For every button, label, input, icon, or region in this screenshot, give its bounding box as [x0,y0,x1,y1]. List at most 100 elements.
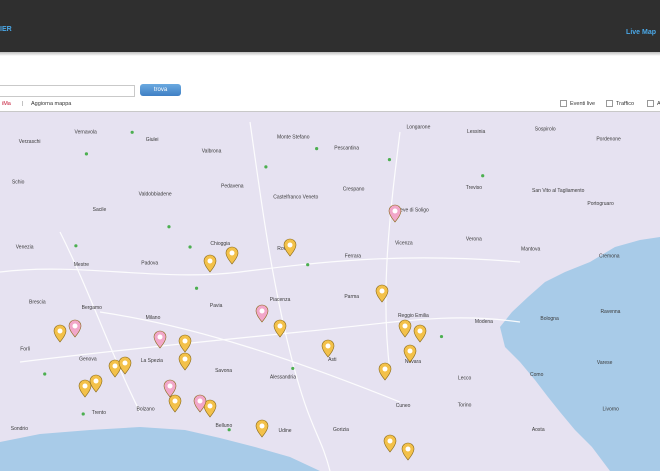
traffic-label: Traffico [616,100,635,107]
event-marker-icon[interactable] [168,394,182,413]
live-events-checkbox[interactable] [560,100,567,107]
city-label: Cremona [599,253,620,259]
event-marker-icon[interactable] [203,254,217,273]
city-label: Pavia [210,303,223,309]
event-marker-icon[interactable] [255,304,269,323]
toggle-traffic[interactable]: Traffico [606,100,634,107]
city-label: Ravenna [600,309,620,315]
city-label: La Spezia [141,358,163,364]
event-marker-icon[interactable] [163,379,177,398]
city-label: Longarone [406,124,430,130]
search-input[interactable] [0,85,135,97]
city-label: Como [530,372,544,378]
city-label: Aosta [532,427,545,433]
city-label: Belluno [216,423,233,429]
city-label: Sospirolo [535,127,556,133]
event-marker-icon[interactable] [255,419,269,438]
city-label: Valbrona [202,148,222,154]
live-event-dot[interactable] [481,174,485,178]
live-map[interactable]: Verzaschi Vernavola Giulei Valbrona Monte St… [0,111,660,471]
city-label: Piacenza [270,297,291,303]
live-event-dot[interactable] [188,245,192,249]
event-marker-icon[interactable] [78,379,92,398]
city-label: Trento [92,410,106,416]
city-label: Ferrara [345,254,362,260]
event-marker-icon[interactable] [283,238,297,257]
live-event-dot[interactable] [227,428,231,432]
live-event-dot[interactable] [74,244,78,248]
map-toolbar: iMa | Aggiorna mappa Eventi live Traffic… [0,99,660,111]
refresh-map-link[interactable]: Aggiorna mappa [31,101,71,107]
event-marker-icon[interactable] [193,394,207,413]
brand-text[interactable]: IER [0,26,12,33]
city-label: Bologna [540,316,559,322]
city-label: Modena [475,319,493,325]
live-event-dot[interactable] [81,412,85,416]
live-event-dot[interactable] [84,152,89,156]
city-label: Giulei [146,137,159,143]
ligurian-sea [0,427,320,471]
city-label: Lecco [458,376,472,382]
city-label: Genova [79,357,97,363]
city-label: Vicenza [395,241,413,247]
live-event-dot[interactable] [439,334,444,339]
map-canvas[interactable]: Verzaschi Vernavola Giulei Valbrona Monte St… [0,112,660,471]
city-label: Mestre [74,262,90,268]
event-marker-icon[interactable] [321,339,335,358]
city-label: Brescia [29,300,46,306]
live-event-dot[interactable] [167,225,171,229]
toolbar-separator: | [22,101,24,107]
city-label: Venezia [16,245,34,251]
live-event-dot[interactable] [306,263,310,267]
live-event-dot[interactable] [387,158,392,162]
map-roads [0,121,521,471]
city-label: Alessandria [270,375,296,381]
live-event-dot[interactable] [130,130,134,134]
search-button[interactable]: trova [140,84,181,96]
city-label: Asti [328,357,336,363]
traffic-checkbox[interactable] [606,100,613,107]
toggle-other[interactable]: A [647,100,660,107]
city-label: Udine [279,428,292,434]
event-marker-icon[interactable] [89,374,103,393]
event-marker-icon[interactable] [178,352,192,371]
live-map-link[interactable]: Live Map [626,29,656,36]
event-marker-icon[interactable] [388,204,402,223]
city-label: Verona [466,237,482,243]
event-marker-icon[interactable] [398,319,412,338]
city-label: Pescantina [334,145,359,151]
event-marker-icon[interactable] [383,434,397,453]
event-marker-icon[interactable] [68,319,82,338]
live-event-dot[interactable] [291,366,295,371]
city-label: Cuneo [396,403,411,409]
city-label: Torino [458,403,472,409]
event-marker-icon[interactable] [378,362,392,381]
city-label: Mantova [521,246,540,252]
map-mode-link[interactable]: iMa [2,101,11,107]
event-markers[interactable] [43,130,485,461]
event-marker-icon[interactable] [53,324,67,343]
city-label: Forlì [20,347,31,353]
city-label: Treviso [466,185,482,191]
city-label: Savona [215,368,232,374]
city-label: Schio [12,180,25,186]
event-marker-icon[interactable] [401,442,415,461]
city-label: Bolzano [137,407,155,413]
event-marker-icon[interactable] [413,324,427,343]
city-labels: Verzaschi Vernavola Giulei Valbrona Monte St… [11,124,621,434]
live-event-dot[interactable] [315,147,319,151]
city-label: Varese [597,360,613,366]
live-event-dot[interactable] [194,286,199,290]
city-label: Valdobbiadene [139,191,172,197]
event-marker-icon[interactable] [178,334,192,353]
city-label: Vernavola [75,129,97,135]
adriatic-sea [500,237,660,471]
other-checkbox[interactable] [647,100,654,107]
live-event-dot[interactable] [264,165,268,169]
city-label: Reggio Emilia [398,313,429,319]
live-event-dot[interactable] [43,372,47,376]
city-label: Livorno [603,406,620,412]
top-header-bar: IER Live Map [0,0,660,52]
event-marker-icon[interactable] [225,246,239,265]
toggle-live-events[interactable]: Eventi live [560,100,595,107]
